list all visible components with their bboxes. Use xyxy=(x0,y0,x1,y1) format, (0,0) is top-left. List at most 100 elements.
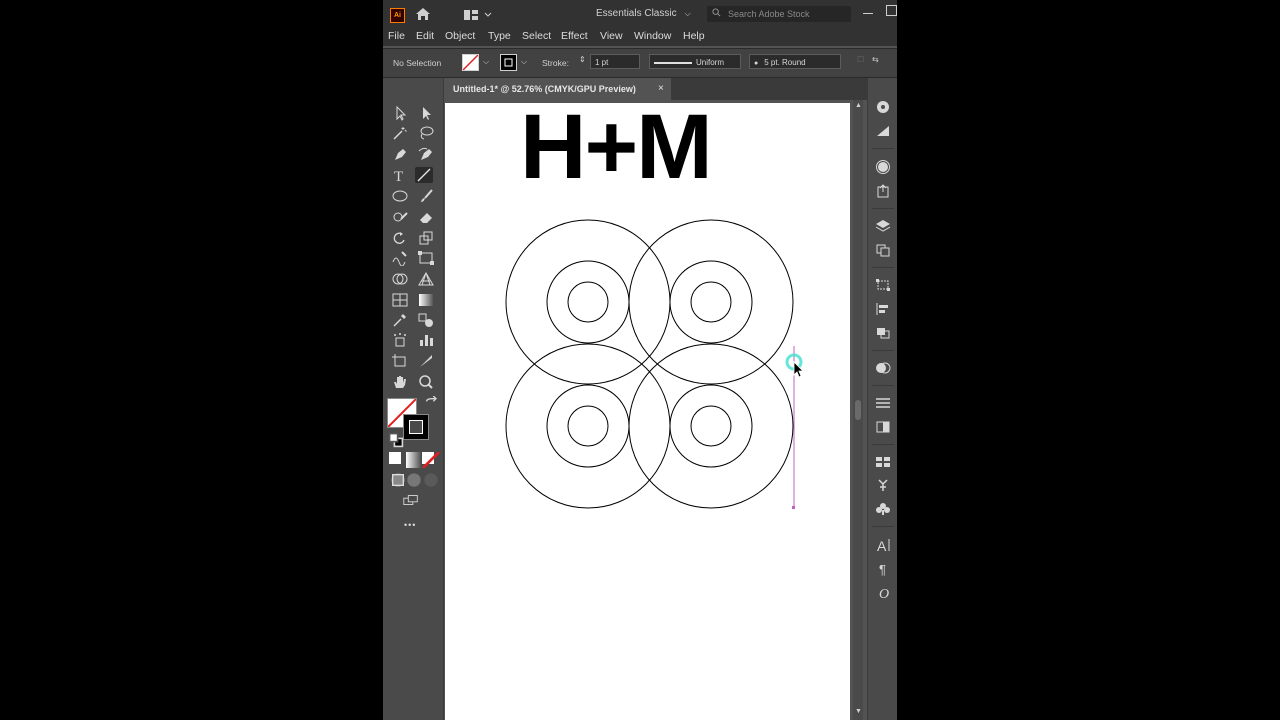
gradient-tool[interactable] xyxy=(417,292,435,308)
color-mode-icon[interactable] xyxy=(389,452,401,464)
type-tool[interactable]: T xyxy=(391,167,409,183)
artboards-icon[interactable] xyxy=(875,243,891,257)
selection-tool[interactable] xyxy=(391,105,409,121)
gradient-icon[interactable] xyxy=(875,124,891,138)
swatches-icon[interactable] xyxy=(875,455,891,469)
opentype-icon[interactable]: O xyxy=(875,586,891,600)
scroll-down-icon[interactable]: ▼ xyxy=(855,708,862,715)
stroke-swatch[interactable] xyxy=(500,54,517,71)
lasso-tool[interactable] xyxy=(417,125,435,141)
graphic-style-icon[interactable]: ☐ xyxy=(857,55,864,64)
symbol-sprayer-tool[interactable] xyxy=(391,332,409,348)
character-icon[interactable]: A xyxy=(875,538,891,552)
home-icon[interactable] xyxy=(415,7,431,21)
shape-builder-tool[interactable] xyxy=(391,271,409,287)
appearance-icon[interactable] xyxy=(875,160,891,174)
transparency-icon[interactable] xyxy=(875,420,891,434)
arrange-documents-icon[interactable] xyxy=(463,8,493,20)
pathfinder-icon[interactable] xyxy=(875,326,891,340)
export-icon[interactable] xyxy=(875,184,891,198)
stroke-preview-line xyxy=(654,61,692,64)
menu-help[interactable]: Help xyxy=(683,30,705,42)
svg-text:A: A xyxy=(877,538,887,552)
warp-tool[interactable] xyxy=(391,250,409,266)
scroll-up-icon[interactable]: ▲ xyxy=(855,102,862,109)
curvature-tool[interactable] xyxy=(417,146,435,162)
maximize-button[interactable] xyxy=(886,5,897,16)
stroke-color-swatch[interactable] xyxy=(403,414,429,440)
search-placeholder: Search Adobe Stock xyxy=(728,9,810,19)
artboard-tool[interactable] xyxy=(391,353,409,369)
brushes-icon[interactable] xyxy=(875,502,891,516)
menu-effect[interactable]: Effect xyxy=(561,30,588,42)
none-mode-icon[interactable] xyxy=(422,452,440,468)
artboard[interactable]: H+M xyxy=(445,101,850,720)
swap-fill-stroke-icon[interactable] xyxy=(423,396,437,408)
layers-icon[interactable] xyxy=(875,219,891,233)
line-segment-tool[interactable] xyxy=(415,167,433,183)
perspective-grid-tool[interactable] xyxy=(417,271,435,287)
gradient-mode-icon[interactable] xyxy=(405,452,422,468)
artwork[interactable] xyxy=(445,103,850,720)
brush-definition[interactable]: ● 5 pt. Round xyxy=(749,54,841,69)
scale-tool[interactable] xyxy=(417,230,435,246)
menu-type[interactable]: Type xyxy=(488,30,511,42)
workspace-switcher[interactable]: Essentials Classic ⌵ xyxy=(596,8,691,19)
default-fill-stroke-icon[interactable] xyxy=(387,432,404,448)
vertical-scrollbar[interactable]: ▲ ▼ xyxy=(853,100,863,720)
mesh-tool[interactable] xyxy=(391,292,409,308)
ellipse-tool[interactable] xyxy=(391,188,409,204)
dock-separator xyxy=(872,444,894,445)
transform-icon[interactable] xyxy=(875,278,891,292)
minimize-button[interactable] xyxy=(863,13,873,14)
menu-window[interactable]: Window xyxy=(634,30,671,42)
color-guide-icon[interactable] xyxy=(875,100,891,114)
stroke-weight-field[interactable]: 1 pt xyxy=(590,54,640,69)
close-tab-button[interactable]: × xyxy=(658,83,664,94)
blend-tool[interactable] xyxy=(417,312,435,328)
draw-normal-icon[interactable] xyxy=(389,472,405,487)
search-stock-input[interactable]: Search Adobe Stock xyxy=(707,6,851,22)
symbols-icon[interactable] xyxy=(875,478,891,492)
menu-file[interactable]: File xyxy=(388,30,405,42)
stroke-stepper-icon[interactable]: ⇕ xyxy=(579,55,586,64)
control-panel-menu-icon[interactable]: ⇆ xyxy=(872,55,879,64)
paintbrush-tool[interactable] xyxy=(417,188,435,204)
stroke-icon[interactable] xyxy=(875,396,891,410)
search-icon xyxy=(712,8,721,17)
direct-selection-tool[interactable] xyxy=(417,105,435,121)
magic-wand-tool[interactable] xyxy=(391,125,409,141)
rotate-tool[interactable] xyxy=(391,230,409,246)
menu-bar: File Edit Object Type Select Effect View… xyxy=(383,28,897,46)
svg-text:T: T xyxy=(394,169,403,183)
color-icon[interactable] xyxy=(875,361,891,375)
screen-mode-icon[interactable] xyxy=(402,492,422,506)
hand-tool[interactable] xyxy=(391,374,409,390)
canvas[interactable]: H+M xyxy=(445,100,850,720)
zoom-tool[interactable] xyxy=(417,374,435,390)
draw-inside-icon[interactable] xyxy=(422,472,438,487)
slice-tool[interactable] xyxy=(417,353,435,369)
align-icon[interactable] xyxy=(875,302,891,316)
brush-label: 5 pt. Round xyxy=(764,58,806,67)
stroke-dropdown-icon[interactable]: ⌵ xyxy=(521,57,527,67)
fill-dropdown-icon[interactable]: ⌵ xyxy=(483,57,489,67)
shaper-tool[interactable] xyxy=(391,209,409,225)
menu-object[interactable]: Object xyxy=(445,30,475,42)
eraser-tool[interactable] xyxy=(417,209,435,225)
column-graph-tool[interactable] xyxy=(417,332,435,348)
edit-toolbar-button[interactable]: ••• xyxy=(404,520,416,530)
fill-swatch[interactable] xyxy=(462,54,479,71)
menu-select[interactable]: Select xyxy=(522,30,551,42)
dock-separator xyxy=(872,385,894,386)
selection-status: No Selection xyxy=(393,58,442,68)
menu-edit[interactable]: Edit xyxy=(416,30,434,42)
free-transform-tool[interactable] xyxy=(417,250,435,266)
scrollbar-thumb[interactable] xyxy=(855,400,861,420)
pen-tool[interactable] xyxy=(391,146,409,162)
menu-view[interactable]: View xyxy=(600,30,623,42)
draw-behind-icon[interactable] xyxy=(405,472,421,487)
variable-width-profile[interactable]: Uniform xyxy=(649,54,741,69)
eyedropper-tool[interactable] xyxy=(391,312,409,328)
paragraph-icon[interactable]: ¶ xyxy=(875,562,891,576)
